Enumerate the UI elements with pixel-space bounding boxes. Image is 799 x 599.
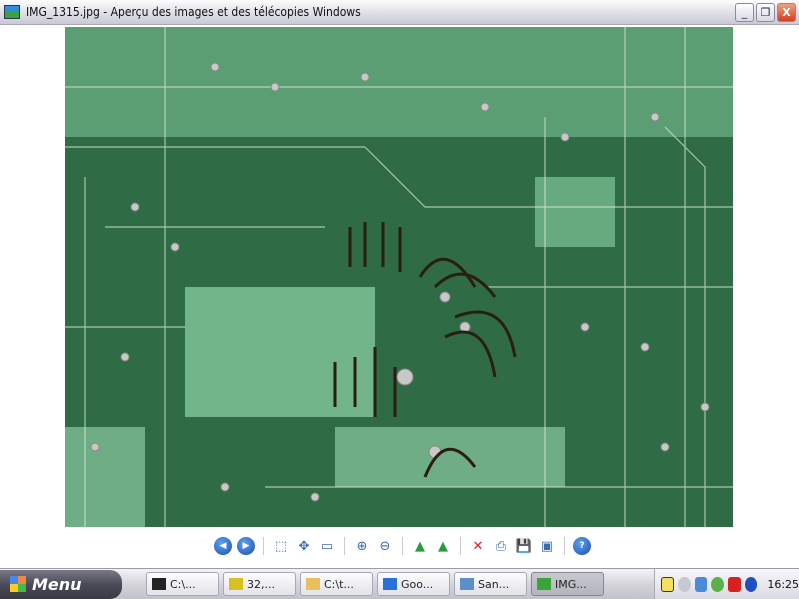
title-bar[interactable]: IMG_1315.jpg - Aperçu des images et des … <box>0 0 799 25</box>
delete-button[interactable]: ✕ <box>469 537 487 555</box>
start-button[interactable]: Menu <box>0 569 122 599</box>
restore-button[interactable]: ❐ <box>756 3 775 22</box>
toolbar-separator <box>402 537 403 555</box>
task-app-icon <box>229 578 243 590</box>
task-app-icon <box>152 578 166 590</box>
actual-size-button[interactable]: ✥ <box>295 537 313 555</box>
system-tray: 16:25 <box>654 569 799 599</box>
taskbar-button[interactable]: IMG... <box>531 572 604 596</box>
taskbar-button[interactable]: C:\t... <box>300 572 373 596</box>
app-icon <box>4 5 20 19</box>
taskbar-button[interactable]: 32,... <box>223 572 296 596</box>
circuit-board-image <box>65 27 733 527</box>
task-app-icon <box>460 578 474 590</box>
save-button[interactable]: 💾 <box>515 537 533 555</box>
toolbar-separator <box>263 537 264 555</box>
zoom-in-button[interactable]: ⊕ <box>353 537 371 555</box>
print-button[interactable]: ⎙ <box>492 537 510 555</box>
messenger-icon[interactable] <box>711 576 724 592</box>
slideshow-button[interactable]: ▭ <box>318 537 336 555</box>
task-label: Goo... <box>401 577 434 591</box>
tray-expand-icon[interactable] <box>677 576 691 592</box>
taskbar: Menu C:\... 32,... C:\t... Goo... San... IMG.… <box>0 568 799 599</box>
task-label: 32,... <box>247 577 275 591</box>
toolbar-separator <box>460 537 461 555</box>
toolbar-separator <box>344 537 345 555</box>
open-editor-button[interactable]: ▣ <box>538 537 556 555</box>
previous-image-button[interactable]: ◀ <box>214 537 232 555</box>
toolbar-separator <box>564 537 565 555</box>
help-tray-icon[interactable] <box>661 576 674 592</box>
task-app-icon <box>537 578 551 590</box>
image-viewer-photo <box>65 27 733 527</box>
windows-logo-icon <box>10 576 26 592</box>
task-app-icon <box>306 578 320 590</box>
close-button[interactable]: X <box>777 3 796 22</box>
update-icon[interactable] <box>744 576 758 592</box>
next-image-button[interactable]: ▶ <box>237 537 255 555</box>
task-label: San... <box>478 577 510 591</box>
window-title: IMG_1315.jpg - Aperçu des images et des … <box>26 5 361 19</box>
start-label: Menu <box>32 574 82 594</box>
rotate-clockwise-button[interactable]: ▲ <box>411 537 429 555</box>
flag-icon[interactable] <box>727 576 741 592</box>
task-label: C:\t... <box>324 577 354 591</box>
task-label: IMG... <box>555 577 587 591</box>
taskbar-button[interactable]: San... <box>454 572 527 596</box>
help-button[interactable]: ? <box>573 537 591 555</box>
viewer-toolbar: ◀ ▶ ⬚ ✥ ▭ ⊕ ⊖ ▲ ▲ ✕ ⎙ 💾 ▣? <box>214 535 591 557</box>
network-icon[interactable] <box>694 576 708 592</box>
taskbar-button[interactable]: C:\... <box>146 572 219 596</box>
task-label: C:\... <box>170 577 196 591</box>
minimize-button[interactable]: _ <box>735 3 754 22</box>
best-fit-button[interactable]: ⬚ <box>272 537 290 555</box>
rotate-counterclockwise-button[interactable]: ▲ <box>434 537 452 555</box>
task-app-icon <box>383 578 397 590</box>
taskbar-button[interactable]: Goo... <box>377 572 450 596</box>
clock[interactable]: 16:25 <box>767 578 799 591</box>
zoom-out-button[interactable]: ⊖ <box>376 537 394 555</box>
